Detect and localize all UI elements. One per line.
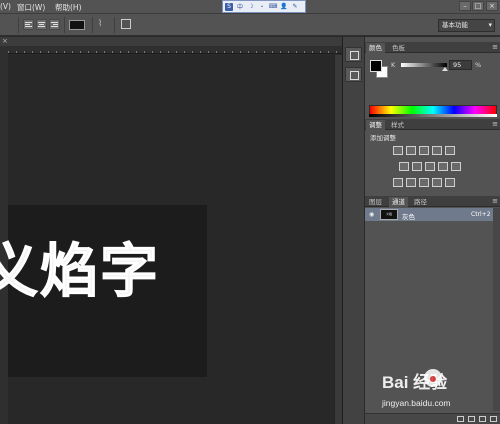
tab-paths[interactable]: 路径 bbox=[411, 197, 430, 207]
visibility-eye-icon[interactable]: ◉ bbox=[369, 211, 374, 218]
minimize-button[interactable]: – bbox=[459, 1, 471, 11]
divider bbox=[114, 17, 115, 33]
photo-filter-icon[interactable] bbox=[438, 162, 448, 171]
ime-toolbar: S 中 ☽ ・ ⌨ 👤 ✎ bbox=[222, 0, 306, 13]
k-channel-input[interactable]: 95 bbox=[449, 60, 472, 70]
hue-saturation-icon[interactable] bbox=[399, 162, 409, 171]
divider bbox=[64, 17, 65, 33]
panel-menu-icon[interactable]: ≡ bbox=[492, 43, 498, 51]
channel-name: 灰色 bbox=[402, 213, 415, 221]
align-center-icon[interactable] bbox=[36, 19, 47, 30]
levels-icon[interactable] bbox=[406, 146, 416, 155]
gradient-map-icon[interactable] bbox=[432, 178, 442, 187]
menu-help[interactable]: 帮助(H) bbox=[55, 2, 82, 13]
exposure-icon[interactable] bbox=[432, 146, 442, 155]
history-panel-icon[interactable] bbox=[345, 47, 362, 62]
color-balance-icon[interactable] bbox=[412, 162, 422, 171]
collapsed-panel-dock bbox=[342, 37, 364, 424]
document-tab-strip: × bbox=[0, 37, 342, 46]
warp-text-icon[interactable]: ⌇ bbox=[98, 19, 102, 29]
foreground-color-swatch[interactable] bbox=[370, 60, 382, 72]
black-white-icon[interactable] bbox=[425, 162, 435, 171]
k-slider-thumb[interactable] bbox=[441, 67, 448, 71]
panel-menu-icon[interactable]: ≡ bbox=[492, 197, 498, 205]
menu-view[interactable]: (V) bbox=[0, 2, 11, 11]
ime-chinese-mode-button[interactable]: 中 bbox=[236, 3, 244, 11]
divider bbox=[92, 17, 93, 33]
adjustment-icons-row bbox=[393, 178, 455, 187]
text-color-swatch[interactable] bbox=[69, 20, 85, 30]
channel-row[interactable]: ◉ 义焰 灰色 Ctrl+2 bbox=[365, 208, 500, 221]
baidu-watermark: Bai 经验 jingyan.baidu.com bbox=[382, 368, 498, 418]
k-channel-slider[interactable] bbox=[401, 63, 447, 67]
adjustment-icons-row bbox=[399, 162, 461, 171]
layers-panel-tabs: 图层 通道 路径 ≡ bbox=[365, 196, 500, 207]
menu-window[interactable]: 窗口(W) bbox=[17, 2, 45, 13]
add-adjustment-label: 添加调整 bbox=[370, 134, 396, 142]
channel-thumbnail: 义焰 bbox=[380, 209, 398, 220]
workspace-select[interactable]: 基本功能 bbox=[438, 19, 495, 32]
align-left-icon[interactable] bbox=[23, 19, 34, 30]
tab-swatches[interactable]: 色板 bbox=[389, 43, 408, 53]
invert-icon[interactable] bbox=[393, 178, 403, 187]
options-bar: ⌇ 基本功能 bbox=[0, 14, 500, 36]
k-channel-label: K bbox=[391, 61, 396, 69]
k-channel-unit: % bbox=[475, 61, 482, 69]
tool-presets-icon[interactable] bbox=[345, 67, 362, 82]
right-panel-dock: 颜色 色板 ≡ K 95 % 调整 样式 ≡ 添加调整 图层 通道 路径 ≡ ◉… bbox=[364, 37, 500, 424]
ime-logo-icon[interactable]: S bbox=[225, 2, 233, 11]
color-panel-tabs: 颜色 色板 ≡ bbox=[365, 42, 500, 53]
selective-color-icon[interactable] bbox=[445, 178, 455, 187]
menu-bar: (V) 窗口(W) 帮助(H) S 中 ☽ ・ ⌨ 👤 ✎ – □ × bbox=[0, 0, 500, 14]
tab-layers[interactable]: 图层 bbox=[366, 197, 385, 207]
tab-adjustments[interactable]: 调整 bbox=[366, 120, 385, 130]
ime-user-icon[interactable]: 👤 bbox=[280, 3, 288, 11]
align-right-icon[interactable] bbox=[49, 19, 60, 30]
canvas-scrollbar[interactable] bbox=[334, 55, 342, 424]
tab-channels[interactable]: 通道 bbox=[389, 197, 408, 207]
divider bbox=[18, 17, 19, 33]
ime-punctuation-icon[interactable]: ・ bbox=[258, 3, 266, 11]
horizontal-ruler[interactable] bbox=[8, 46, 342, 54]
channel-shortcut: Ctrl+2 bbox=[471, 211, 491, 218]
adjustment-icons-row bbox=[393, 146, 455, 155]
panel-menu-icon[interactable]: ≡ bbox=[492, 120, 498, 128]
channel-mixer-icon[interactable] bbox=[451, 162, 461, 171]
threshold-icon[interactable] bbox=[419, 178, 429, 187]
curves-icon[interactable] bbox=[419, 146, 429, 155]
watermark-site: jingyan.baidu.com bbox=[382, 398, 451, 408]
close-icon[interactable]: × bbox=[2, 37, 8, 45]
ime-keyboard-icon[interactable]: ⌨ bbox=[269, 3, 278, 11]
brightness-contrast-icon[interactable] bbox=[393, 146, 403, 155]
posterize-icon[interactable] bbox=[406, 178, 416, 187]
grayscale-ramp[interactable] bbox=[369, 114, 497, 117]
tab-color[interactable]: 颜色 bbox=[366, 43, 385, 53]
maximize-button[interactable]: □ bbox=[472, 1, 484, 11]
close-button[interactable]: × bbox=[486, 1, 498, 11]
ime-moon-icon[interactable]: ☽ bbox=[247, 3, 255, 11]
character-panel-icon[interactable] bbox=[121, 19, 131, 29]
baidu-paw-logo-icon bbox=[424, 369, 442, 387]
tab-styles[interactable]: 样式 bbox=[388, 120, 407, 130]
ime-settings-icon[interactable]: ✎ bbox=[291, 3, 299, 11]
canvas-text-layer[interactable]: 义焰字 bbox=[0, 224, 160, 308]
adjustments-panel-tabs: 调整 样式 ≡ bbox=[365, 119, 500, 130]
vibrance-icon[interactable] bbox=[445, 146, 455, 155]
